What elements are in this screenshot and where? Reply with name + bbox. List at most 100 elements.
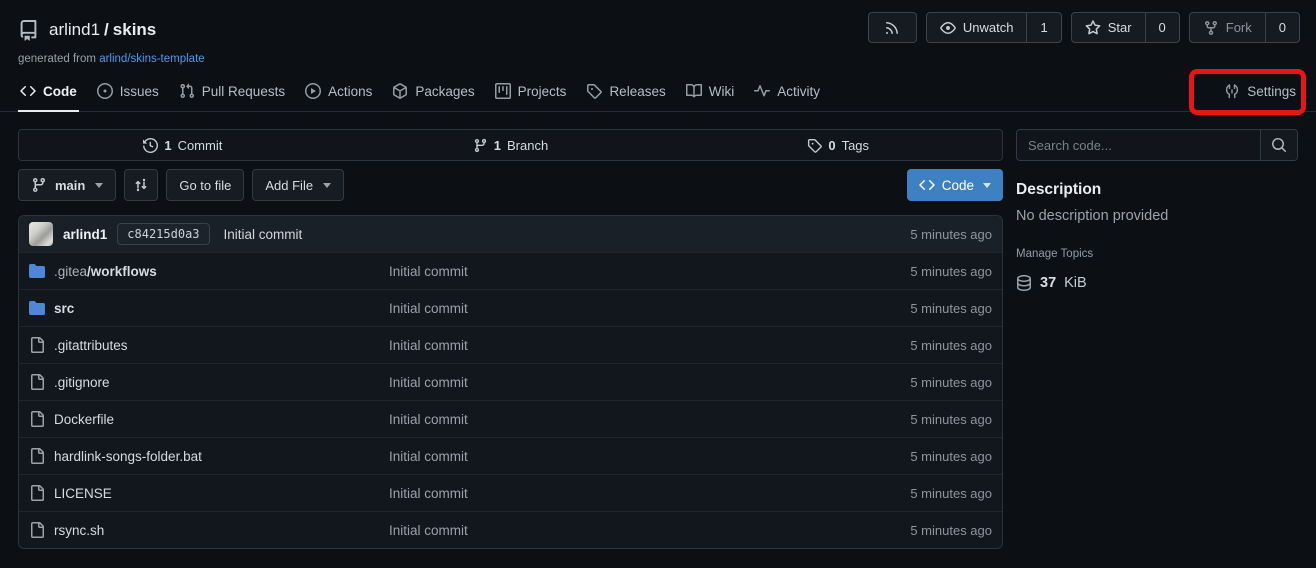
add-file-button[interactable]: Add File bbox=[252, 169, 344, 201]
commits-link[interactable]: 1 Commit bbox=[19, 130, 347, 160]
repo-icon bbox=[18, 20, 39, 41]
file-name[interactable]: .gitea/workflows bbox=[54, 264, 389, 279]
compare-icon bbox=[133, 177, 149, 193]
pulse-icon bbox=[754, 83, 770, 99]
file-commit-message[interactable]: Initial commit bbox=[389, 375, 822, 390]
search-button[interactable] bbox=[1260, 130, 1297, 160]
commit-author-link[interactable]: arlind1 bbox=[63, 227, 107, 242]
go-to-file-button[interactable]: Go to file bbox=[166, 169, 244, 201]
tag-count: 0 bbox=[828, 138, 835, 153]
file-commit-message[interactable]: Initial commit bbox=[389, 412, 822, 427]
latest-commit-row: arlind1 c84215d0a3 Initial commit 5 minu… bbox=[19, 216, 1002, 252]
branch-selector[interactable]: main bbox=[18, 169, 116, 201]
main-content: 1 Commit 1 Branch 0 Tags main bbox=[0, 112, 1316, 549]
generated-from: generated from arlind/skins-template bbox=[18, 53, 1298, 65]
file-name[interactable]: .gitignore bbox=[54, 375, 389, 390]
code-search-box bbox=[1016, 129, 1298, 161]
watch-count[interactable]: 1 bbox=[1026, 13, 1060, 42]
code-button-label: Code bbox=[942, 178, 974, 193]
tab-activity[interactable]: Activity bbox=[744, 73, 830, 111]
file-icon bbox=[29, 485, 45, 501]
tools-icon bbox=[1224, 83, 1240, 99]
file-name[interactable]: .gitattributes bbox=[54, 338, 389, 353]
page-title: arlind1/skins bbox=[49, 20, 156, 40]
file-name[interactable]: hardlink-songs-folder.bat bbox=[54, 449, 389, 464]
file-commit-message[interactable]: Initial commit bbox=[389, 264, 822, 279]
branches-link[interactable]: 1 Branch bbox=[347, 130, 675, 160]
avatar[interactable] bbox=[29, 222, 53, 246]
commit-hash-link[interactable]: c84215d0a3 bbox=[117, 223, 209, 245]
current-branch-label: main bbox=[55, 178, 85, 193]
commit-message-link[interactable]: Initial commit bbox=[224, 227, 303, 242]
fork-button[interactable]: Fork bbox=[1190, 13, 1265, 42]
file-icon bbox=[29, 411, 45, 427]
tab-label: Projects bbox=[518, 84, 567, 99]
file-name[interactable]: Dockerfile bbox=[54, 412, 389, 427]
rss-button[interactable] bbox=[868, 12, 917, 43]
tab-actions[interactable]: Actions bbox=[295, 73, 382, 111]
description-heading: Description bbox=[1016, 181, 1298, 199]
template-repo-link[interactable]: arlind/skins-template bbox=[99, 53, 204, 65]
file-commit-message[interactable]: Initial commit bbox=[389, 449, 822, 464]
table-row: LICENSE Initial commit 5 minutes ago bbox=[19, 474, 1002, 511]
fork-label: Fork bbox=[1226, 20, 1252, 35]
tags-link[interactable]: 0 Tags bbox=[674, 130, 1002, 160]
tab-issues[interactable]: Issues bbox=[87, 73, 169, 111]
history-icon bbox=[143, 138, 158, 153]
tab-wiki[interactable]: Wiki bbox=[676, 73, 745, 111]
search-input[interactable] bbox=[1017, 130, 1260, 160]
file-icon bbox=[29, 337, 45, 353]
file-name[interactable]: LICENSE bbox=[54, 486, 389, 501]
repo-size: 37 KiB bbox=[1016, 275, 1298, 291]
tab-projects[interactable]: Projects bbox=[485, 73, 577, 111]
file-commit-message[interactable]: Initial commit bbox=[389, 523, 822, 538]
file-name[interactable]: src bbox=[54, 301, 389, 316]
star-label: Star bbox=[1108, 20, 1132, 35]
go-to-file-label: Go to file bbox=[179, 178, 231, 193]
table-row: .gitea/workflows Initial commit 5 minute… bbox=[19, 252, 1002, 289]
file-commit-message[interactable]: Initial commit bbox=[389, 338, 822, 353]
repo-name-link[interactable]: skins bbox=[113, 20, 156, 39]
repo-separator: / bbox=[104, 20, 109, 39]
star-group: Star 0 bbox=[1071, 12, 1180, 43]
commit-time: 5 minutes ago bbox=[910, 227, 992, 242]
fork-group: Fork 0 bbox=[1189, 12, 1300, 43]
table-row: Dockerfile Initial commit 5 minutes ago bbox=[19, 400, 1002, 437]
folder-icon bbox=[29, 263, 45, 279]
repo-sidebar: Description No description provided Mana… bbox=[1016, 129, 1298, 291]
file-commit-message[interactable]: Initial commit bbox=[389, 486, 822, 501]
code-icon bbox=[919, 177, 935, 193]
star-count[interactable]: 0 bbox=[1145, 13, 1179, 42]
tab-label: Pull Requests bbox=[202, 84, 285, 99]
unwatch-label: Unwatch bbox=[963, 20, 1014, 35]
project-icon bbox=[495, 83, 511, 99]
file-commit-time: 5 minutes ago bbox=[822, 301, 992, 316]
tab-code[interactable]: Code bbox=[10, 73, 87, 111]
description-text: No description provided bbox=[1016, 208, 1298, 224]
tab-pull-requests[interactable]: Pull Requests bbox=[169, 73, 295, 111]
compare-button[interactable] bbox=[124, 169, 158, 201]
code-download-button[interactable]: Code bbox=[907, 169, 1003, 201]
star-button[interactable]: Star bbox=[1072, 13, 1145, 42]
file-icon bbox=[29, 374, 45, 390]
tag-label: Tags bbox=[842, 138, 869, 153]
fork-count[interactable]: 0 bbox=[1265, 13, 1299, 42]
repo-owner-link[interactable]: arlind1 bbox=[49, 20, 100, 39]
file-commit-time: 5 minutes ago bbox=[822, 449, 992, 464]
branch-label: Branch bbox=[507, 138, 548, 153]
tab-settings[interactable]: Settings bbox=[1214, 73, 1306, 111]
unwatch-button[interactable]: Unwatch bbox=[927, 13, 1027, 42]
tab-label: Code bbox=[43, 84, 77, 99]
file-name[interactable]: rsync.sh bbox=[54, 523, 389, 538]
tab-releases[interactable]: Releases bbox=[576, 73, 675, 111]
add-file-label: Add File bbox=[265, 178, 313, 193]
tab-label: Activity bbox=[777, 84, 820, 99]
file-commit-message[interactable]: Initial commit bbox=[389, 301, 822, 316]
manage-topics-link[interactable]: Manage Topics bbox=[1016, 248, 1093, 260]
file-commit-time: 5 minutes ago bbox=[822, 375, 992, 390]
search-icon bbox=[1271, 137, 1287, 153]
play-icon bbox=[305, 83, 321, 99]
table-row: .gitignore Initial commit 5 minutes ago bbox=[19, 363, 1002, 400]
issue-icon bbox=[97, 83, 113, 99]
tab-packages[interactable]: Packages bbox=[382, 73, 484, 111]
